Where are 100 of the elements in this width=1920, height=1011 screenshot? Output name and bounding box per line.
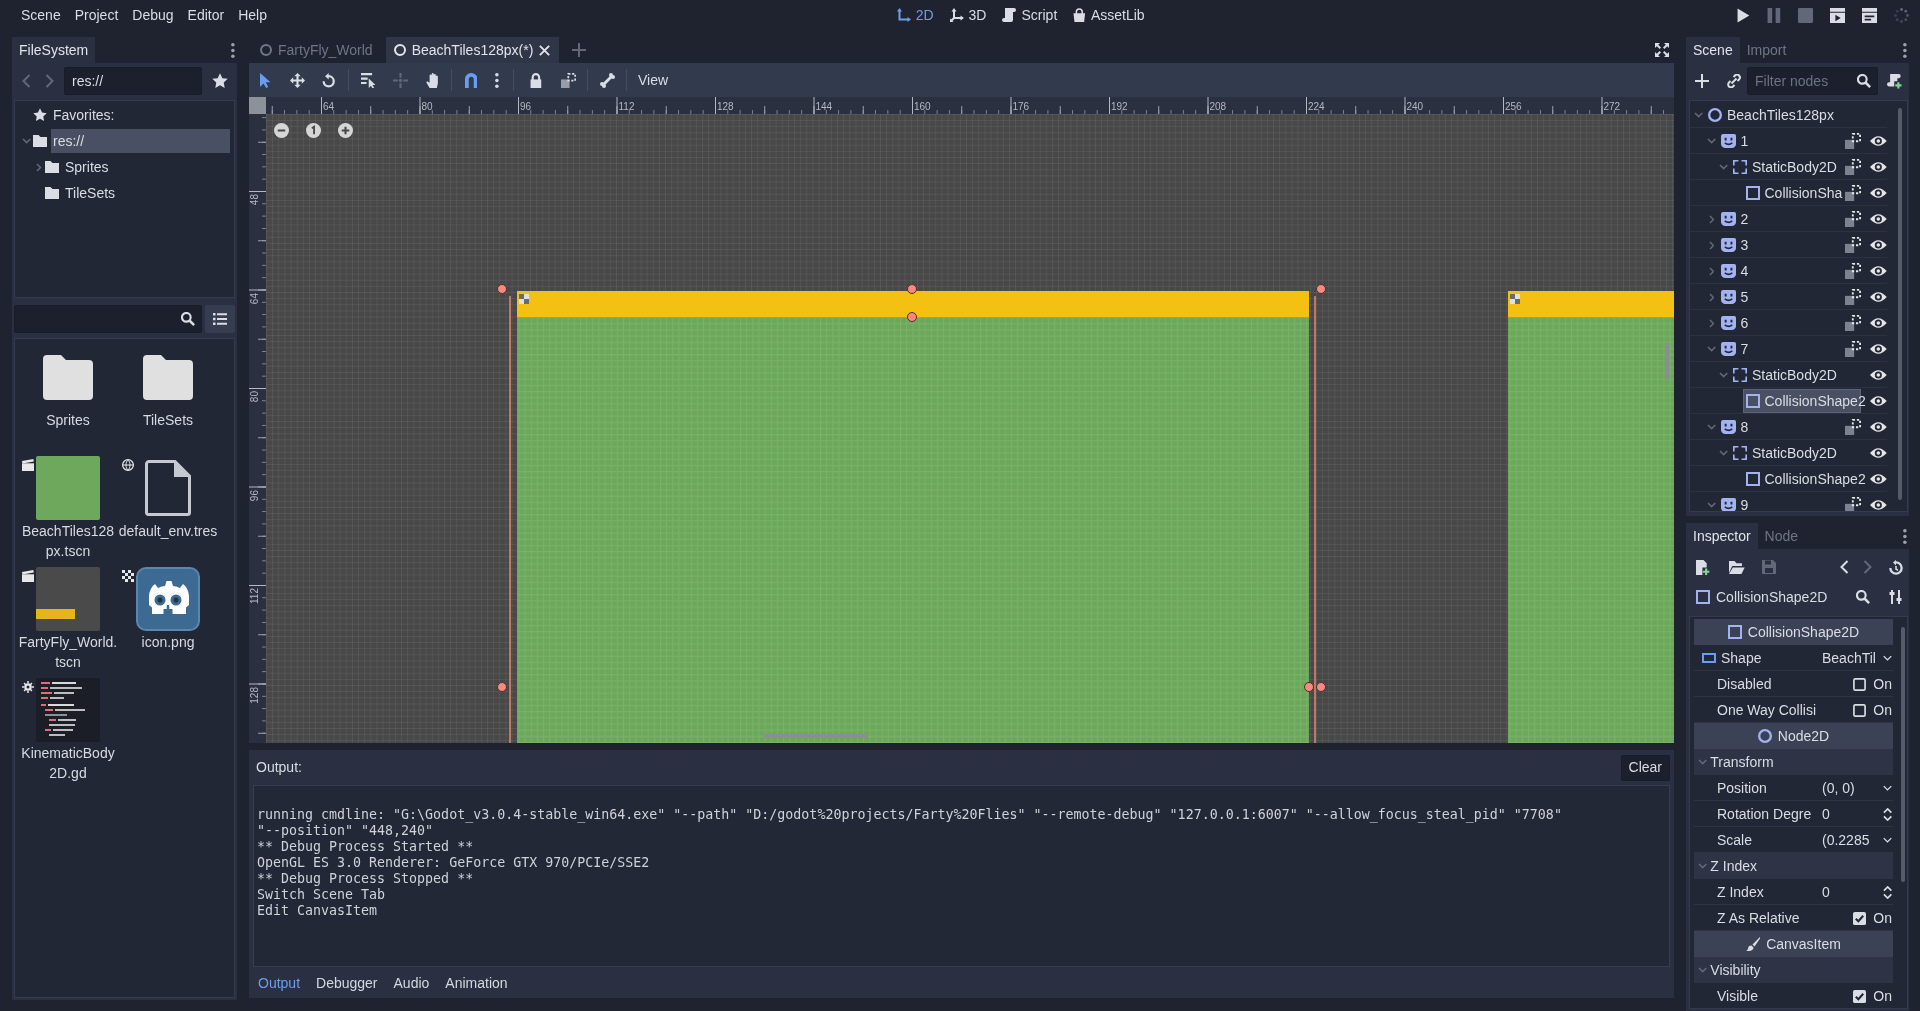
chevron-down-icon[interactable]	[1706, 502, 1717, 508]
bottom-panel-tab[interactable]: Output	[250, 971, 309, 995]
list-view-button[interactable]	[205, 305, 235, 333]
clear-button[interactable]: Clear	[1620, 754, 1670, 781]
bone-icon[interactable]	[599, 72, 615, 88]
eye-icon[interactable]	[1870, 448, 1887, 458]
kebab-menu-icon[interactable]	[1903, 42, 1907, 58]
path-field[interactable]: res://	[64, 67, 202, 95]
stop-icon[interactable]	[1798, 7, 1813, 23]
property-group-toggle[interactable]: Transform	[1694, 749, 1893, 775]
checkbox[interactable]: On	[1822, 698, 1893, 722]
chevron-right-icon[interactable]	[1708, 292, 1715, 302]
workspace-tab[interactable]: Script	[995, 3, 1065, 27]
resource-picker[interactable]: BeachTil	[1822, 646, 1893, 670]
zoom-out-icon[interactable]	[274, 123, 289, 138]
grouped-squares-icon[interactable]	[1845, 419, 1862, 435]
scene-node[interactable]: 6	[1717, 311, 1842, 335]
eye-icon[interactable]	[1870, 396, 1887, 406]
tile-sprite[interactable]	[1508, 291, 1674, 743]
kebab-menu-icon[interactable]	[231, 42, 235, 58]
file-name[interactable]: BeachTiles128px.tscn	[18, 522, 118, 561]
file-name[interactable]: FartyFly_World.tscn	[18, 633, 118, 672]
grouped-squares-icon[interactable]	[1845, 185, 1862, 201]
group-icon[interactable]	[560, 72, 576, 88]
grouped-squares-icon[interactable]	[1845, 315, 1862, 331]
workspace-tab[interactable]: 2D	[889, 3, 941, 27]
eye-icon[interactable]	[1870, 500, 1887, 510]
zoom-in-icon[interactable]	[338, 123, 353, 138]
number-field[interactable]: 0	[1822, 802, 1893, 826]
number-field[interactable]: 0	[1822, 880, 1893, 904]
file-name[interactable]: default_env.tres	[118, 522, 218, 542]
magnet-icon[interactable]	[464, 72, 478, 88]
filter-field[interactable]: Filter nodes	[1747, 67, 1878, 95]
settings-icon[interactable]	[1889, 590, 1902, 604]
resize-handle[interactable]	[907, 284, 917, 294]
eye-icon[interactable]	[1870, 136, 1887, 146]
vector-field[interactable]: (0, 0)	[1822, 776, 1893, 800]
grouped-squares-icon[interactable]	[1845, 237, 1862, 253]
kebab-menu-icon[interactable]	[495, 72, 499, 88]
bottom-panel-tab[interactable]: Debugger	[308, 971, 386, 995]
move-icon[interactable]	[289, 72, 305, 88]
grouped-squares-icon[interactable]	[1845, 133, 1862, 149]
open-folder-icon[interactable]	[1728, 560, 1745, 574]
file-name[interactable]: Sprites	[18, 411, 118, 431]
hand-icon[interactable]	[425, 72, 439, 88]
chevron-right-icon[interactable]	[1708, 318, 1715, 328]
eye-icon[interactable]	[1870, 214, 1887, 224]
search-icon[interactable]	[1857, 74, 1871, 88]
fullscreen-icon[interactable]	[1655, 43, 1669, 57]
star-icon[interactable]	[212, 73, 228, 89]
grouped-squares-icon[interactable]	[1845, 289, 1862, 305]
grouped-squares-icon[interactable]	[1845, 159, 1862, 175]
menu-item[interactable]: Project	[67, 3, 126, 27]
search-icon[interactable]	[1856, 590, 1870, 604]
workspace-tab[interactable]: AssetLib	[1066, 3, 1152, 27]
play-icon[interactable]	[1737, 7, 1751, 23]
eye-icon[interactable]	[1870, 240, 1887, 250]
eye-icon[interactable]	[1870, 370, 1887, 380]
link-icon[interactable]	[1727, 74, 1741, 88]
scene-node[interactable]: 2	[1717, 207, 1842, 231]
checkbox[interactable]: On	[1822, 672, 1893, 696]
search-field[interactable]	[14, 305, 202, 333]
property-group-toggle[interactable]: Z Index	[1694, 853, 1893, 879]
dock-tab[interactable]: FileSystem	[12, 37, 96, 63]
clapboard-icon[interactable]	[1862, 7, 1877, 23]
cursor-icon[interactable]	[259, 72, 271, 88]
horizontal-scrollbar[interactable]	[764, 734, 868, 738]
chevron-down-icon[interactable]	[1719, 164, 1729, 170]
scene-node[interactable]: 9	[1717, 493, 1842, 511]
chevron-down-icon[interactable]	[1706, 138, 1717, 144]
menu-item[interactable]: Scene	[14, 3, 68, 27]
file-name[interactable]: icon.png	[118, 633, 218, 653]
eye-icon[interactable]	[1870, 266, 1887, 276]
scene-node[interactable]: StaticBody2D	[1730, 441, 1862, 465]
bottom-panel-tab[interactable]: Animation	[437, 971, 516, 995]
close-icon[interactable]	[539, 44, 551, 56]
chevron-down-icon[interactable]	[1694, 112, 1704, 118]
clapboard-play-icon[interactable]	[1830, 7, 1845, 23]
zoom-reset-icon[interactable]	[306, 123, 321, 138]
chevron-right-icon[interactable]	[1708, 214, 1715, 224]
script-add-icon[interactable]	[1887, 73, 1902, 89]
resize-handle[interactable]	[907, 312, 917, 322]
grouped-squares-icon[interactable]	[1845, 341, 1862, 357]
file-name[interactable]: KinematicBody2D.gd	[18, 744, 118, 783]
editor-canvas[interactable]	[266, 114, 1674, 743]
resize-handle[interactable]	[1316, 284, 1326, 294]
scene-node[interactable]: 1	[1717, 129, 1842, 153]
scene-node[interactable]: 8	[1717, 415, 1842, 439]
vector-field[interactable]: (0.2285	[1822, 828, 1893, 852]
lock-icon[interactable]	[530, 72, 542, 88]
bottom-panel-tab[interactable]: Audio	[385, 971, 438, 995]
folder-item[interactable]: res://	[51, 129, 230, 153]
eye-icon[interactable]	[1870, 474, 1887, 484]
eye-icon[interactable]	[1870, 344, 1887, 354]
grouped-squares-icon[interactable]	[1845, 211, 1862, 227]
scrollbar[interactable]	[1898, 108, 1902, 500]
eye-icon[interactable]	[1870, 292, 1887, 302]
folder-item[interactable]: Sprites	[63, 155, 230, 179]
scrollbar[interactable]	[1901, 627, 1905, 882]
property-group-toggle[interactable]: Visibility	[1694, 957, 1893, 983]
